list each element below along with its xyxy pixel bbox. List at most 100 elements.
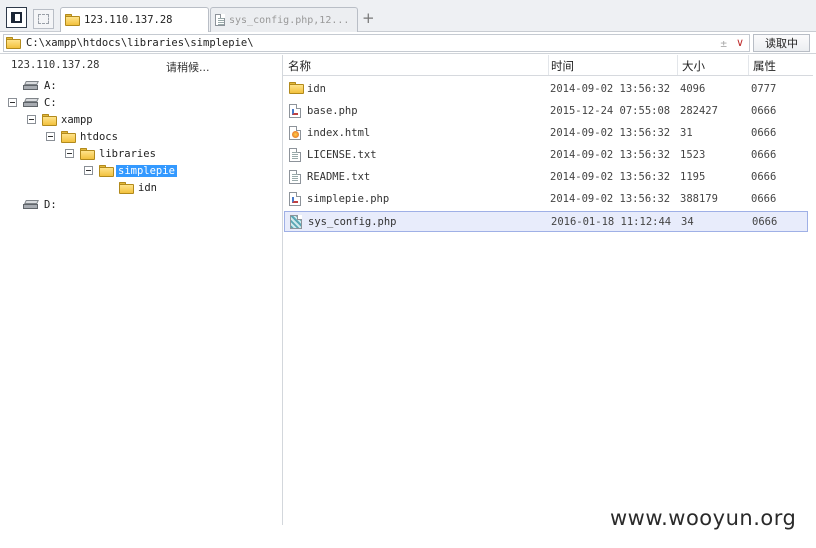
- file-row[interactable]: LICENSE.txt 2014-09-02 13:56:32 1523 066…: [284, 145, 808, 166]
- folder-open-icon: [99, 164, 114, 177]
- folder-icon: [289, 82, 304, 94]
- file-attr: 0666: [752, 216, 778, 228]
- tree-node-drive-c[interactable]: C:: [8, 94, 57, 111]
- column-time-header[interactable]: 时间: [551, 58, 574, 74]
- dashed-square-icon: [38, 14, 49, 24]
- file-time: 2016-01-18 11:12:44: [551, 216, 672, 228]
- folder-icon: [119, 181, 134, 194]
- file-row[interactable]: README.txt 2014-09-02 13:56:32 1195 0666: [284, 167, 808, 188]
- tree-node-label: C:: [44, 96, 57, 109]
- column-size-header[interactable]: 大小: [682, 58, 705, 74]
- file-attr: 0666: [751, 193, 777, 205]
- file-time: 2014-09-02 13:56:32: [550, 127, 671, 139]
- tab-host[interactable]: 123.110.137.28: [60, 7, 209, 32]
- blank-tab-button[interactable]: [33, 9, 54, 29]
- pane-divider[interactable]: [282, 55, 283, 525]
- file-name: simplepie.php: [307, 193, 390, 205]
- file-name: base.php: [307, 105, 358, 117]
- path-text: C:\xampp\htdocs\libraries\simplepie\: [26, 37, 254, 49]
- file-name: sys_config.php: [308, 216, 397, 228]
- chevron-down-icon[interactable]: ∨: [736, 36, 744, 49]
- panel-toggle-button[interactable]: [6, 7, 27, 28]
- php-file-icon: [289, 104, 301, 118]
- collapse-icon[interactable]: [46, 132, 55, 141]
- drive-icon: [23, 98, 40, 107]
- file-size: 1523: [680, 149, 706, 161]
- html-file-icon: [289, 126, 301, 140]
- file-name: README.txt: [307, 171, 371, 183]
- panel-icon: [11, 12, 22, 23]
- encoding-icon[interactable]: ±: [720, 37, 727, 50]
- folder-icon: [65, 14, 80, 26]
- tree-node-label: xampp: [61, 113, 93, 126]
- file-name: LICENSE.txt: [307, 149, 377, 161]
- path-bar: C:\xampp\htdocs\libraries\simplepie\ ± ∨…: [0, 33, 816, 54]
- collapse-icon[interactable]: [27, 115, 36, 124]
- php-file-icon: [289, 192, 301, 206]
- text-file-icon: [289, 148, 301, 162]
- tree-node-libraries[interactable]: libraries: [65, 145, 156, 162]
- tree-node-label: A:: [44, 79, 57, 92]
- tree-node-htdocs[interactable]: htdocs: [46, 128, 118, 145]
- path-input[interactable]: C:\xampp\htdocs\libraries\simplepie\ ± ∨: [3, 34, 750, 52]
- tree-node-label: libraries: [99, 147, 156, 160]
- add-tab-button[interactable]: +: [362, 9, 375, 27]
- file-icon: [215, 14, 225, 26]
- php-file-icon: [290, 215, 302, 229]
- folder-icon: [6, 37, 21, 49]
- collapse-icon[interactable]: [8, 98, 17, 107]
- file-attr: 0666: [751, 105, 777, 117]
- file-row-selected[interactable]: sys_config.php 2016-01-18 11:12:44 34 06…: [284, 211, 808, 232]
- collapse-icon[interactable]: [84, 166, 93, 175]
- watermark: www.wooyun.org: [610, 506, 797, 530]
- tree-node-label: idn: [138, 181, 157, 194]
- folder-icon: [42, 113, 57, 126]
- file-size: 282427: [680, 105, 718, 117]
- file-list-header: 名称 时间 大小 属性: [283, 55, 813, 76]
- read-button[interactable]: 读取中: [753, 34, 810, 52]
- file-time: 2015-12-24 07:55:08: [550, 105, 671, 117]
- status-text: 请稍候...: [166, 61, 210, 74]
- file-size: 4096: [680, 83, 706, 95]
- tree-node-drive-d[interactable]: D:: [23, 196, 57, 213]
- file-attr: 0666: [751, 171, 777, 183]
- file-row[interactable]: base.php 2015-12-24 07:55:08 282427 0666: [284, 101, 808, 122]
- file-attr: 0777: [751, 83, 777, 95]
- file-attr: 0666: [751, 127, 777, 139]
- column-separator: [748, 55, 749, 75]
- file-row[interactable]: idn 2014-09-02 13:56:32 4096 0777: [284, 79, 808, 100]
- file-size: 1195: [680, 171, 706, 183]
- tab-sys-config[interactable]: sys_config.php,12...: [210, 7, 358, 32]
- tab-sys-config-label: sys_config.php,12...: [229, 14, 350, 26]
- drive-icon: [23, 81, 40, 90]
- file-time: 2014-09-02 13:56:32: [550, 171, 671, 183]
- file-row[interactable]: index.html 2014-09-02 13:56:32 31 0666: [284, 123, 808, 144]
- drive-icon: [23, 200, 40, 209]
- tree-node-simplepie[interactable]: simplepie: [84, 162, 177, 179]
- file-name: index.html: [307, 127, 371, 139]
- column-name-header[interactable]: 名称: [288, 58, 311, 74]
- tree-node-idn[interactable]: idn: [119, 179, 157, 196]
- file-time: 2014-09-02 13:56:32: [550, 83, 671, 95]
- file-time: 2014-09-02 13:56:32: [550, 149, 671, 161]
- column-separator: [677, 55, 678, 75]
- file-size: 34: [681, 216, 694, 228]
- collapse-icon[interactable]: [65, 149, 74, 158]
- column-attr-header[interactable]: 属性: [753, 58, 776, 74]
- tree-header: 123.110.137.28 请稍候...: [3, 55, 282, 75]
- text-file-icon: [289, 170, 301, 184]
- file-name: idn: [307, 83, 326, 95]
- tree-node-xampp[interactable]: xampp: [27, 111, 93, 128]
- column-separator: [548, 55, 549, 75]
- folder-icon: [80, 147, 95, 160]
- tree-node-drive-a[interactable]: A:: [23, 77, 57, 94]
- tab-host-label: 123.110.137.28: [84, 14, 173, 26]
- file-row[interactable]: simplepie.php 2014-09-02 13:56:32 388179…: [284, 189, 808, 210]
- file-time: 2014-09-02 13:56:32: [550, 193, 671, 205]
- directory-tree-pane: 123.110.137.28 请稍候... A: C: xampp htdocs…: [3, 55, 282, 525]
- file-size: 388179: [680, 193, 718, 205]
- tab-bar: 123.110.137.28 sys_config.php,12... +: [0, 0, 816, 32]
- tree-node-label: D:: [44, 198, 57, 211]
- host-label: 123.110.137.28: [11, 59, 100, 71]
- tree-node-label-selected: simplepie: [116, 164, 177, 177]
